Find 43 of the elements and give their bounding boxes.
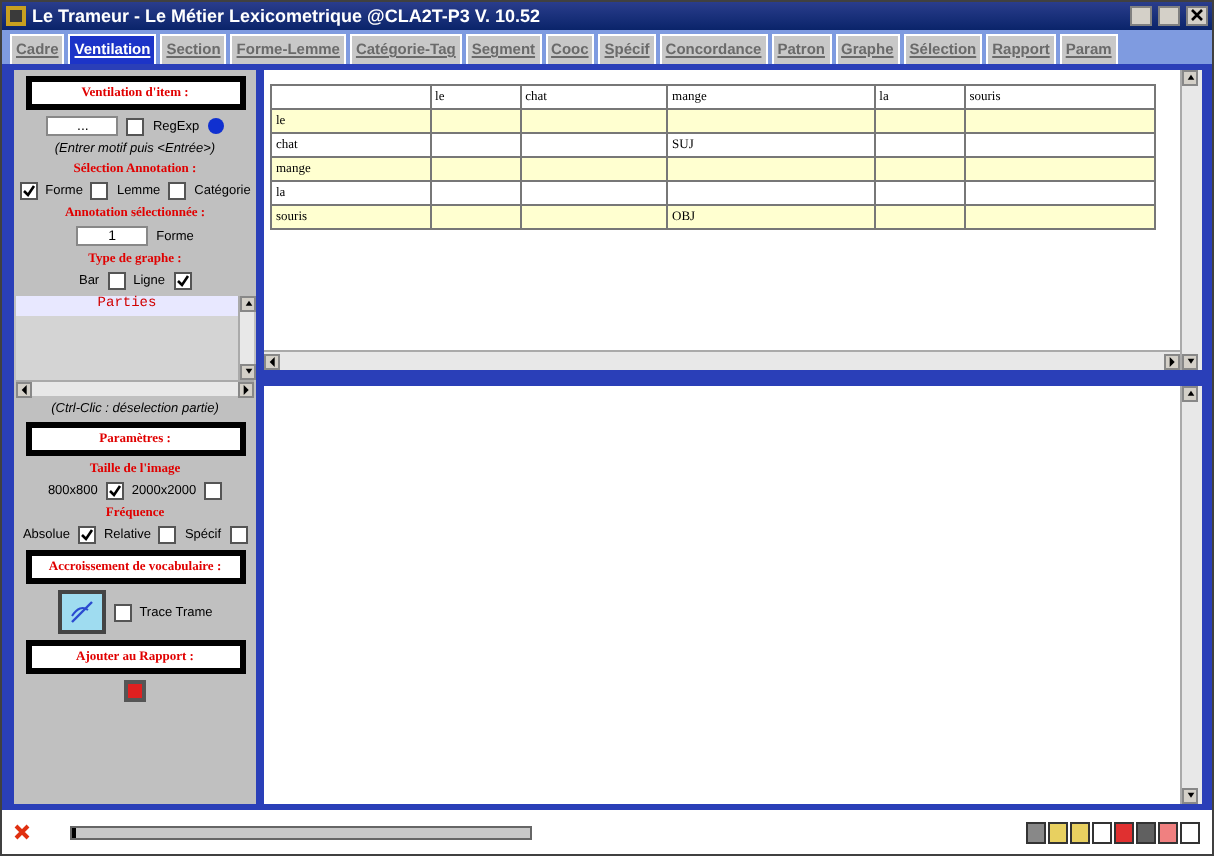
toolbar-icon[interactable] — [1026, 821, 1046, 843]
checkbox[interactable] — [168, 182, 187, 200]
table-cell — [430, 205, 521, 229]
toolbar-icon[interactable] — [1158, 821, 1178, 843]
checkbox[interactable] — [90, 182, 109, 200]
toolbar-icon[interactable] — [1180, 821, 1200, 843]
toolbar-icon[interactable] — [1136, 821, 1156, 843]
table-cell — [430, 181, 521, 205]
checkbox[interactable] — [113, 603, 132, 621]
checkbox[interactable] — [204, 482, 223, 500]
table-cell — [874, 181, 965, 205]
table-cell — [874, 109, 965, 133]
arrow-icon — [1185, 72, 1195, 84]
table-cell — [874, 133, 965, 157]
table-cell — [874, 157, 965, 181]
checkbox[interactable] — [126, 117, 145, 135]
close-icon[interactable] — [1186, 6, 1208, 26]
chart-icon[interactable] — [57, 590, 106, 634]
table-cell — [874, 205, 965, 229]
arrow-icon — [19, 383, 29, 395]
checkbox[interactable] — [229, 526, 248, 544]
app-icon — [6, 6, 26, 26]
minimize-icon[interactable] — [1130, 6, 1152, 26]
table-cell — [430, 133, 521, 157]
toolbar-icon[interactable] — [1048, 821, 1068, 843]
info-icon[interactable] — [207, 118, 224, 134]
table-cell — [430, 157, 521, 181]
table-cell — [430, 109, 521, 133]
arrow-icon — [243, 298, 253, 310]
checkbox[interactable] — [158, 526, 177, 544]
window-title: Le Trameur - Le Métier Lexicometrique @CLA2T-P3 V. 10.52 — [32, 6, 543, 26]
checkbox[interactable] — [173, 272, 192, 290]
arrow-icon — [1185, 790, 1195, 802]
checkbox[interactable] — [77, 526, 96, 544]
cross-icon[interactable] — [14, 824, 30, 840]
arrow-icon — [1185, 388, 1195, 400]
checkbox[interactable] — [19, 182, 38, 200]
checkbox[interactable] — [105, 482, 124, 500]
checkbox[interactable] — [107, 272, 126, 290]
toolbar-icon[interactable] — [1092, 821, 1112, 843]
toolbar-icon[interactable] — [1114, 821, 1134, 843]
toolbar-icon[interactable] — [1070, 821, 1090, 843]
arrow-icon — [267, 355, 277, 367]
